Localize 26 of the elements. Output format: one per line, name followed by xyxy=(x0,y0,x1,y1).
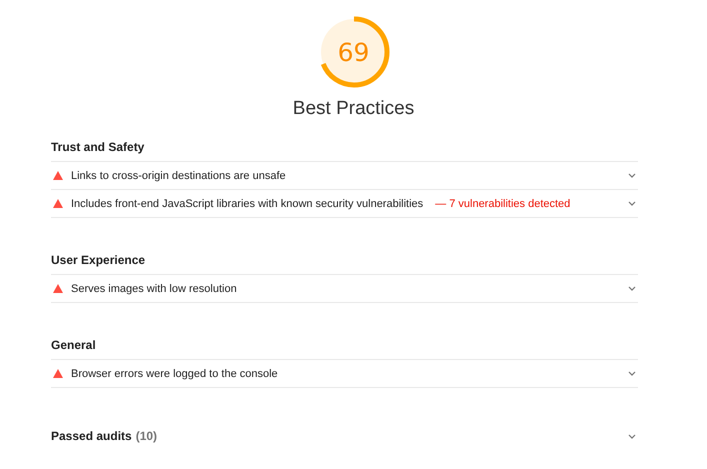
category-title: Best Practices xyxy=(292,98,414,120)
passed-audits-count: (10) xyxy=(136,429,158,443)
chevron-down-icon xyxy=(628,173,636,178)
chevron-down-icon xyxy=(628,371,636,376)
warning-triangle-icon xyxy=(53,199,63,208)
audit-row[interactable]: Includes front-end JavaScript libraries with known security vulnerabilities — 7 vulnerabilities detected xyxy=(51,190,638,218)
audit-row[interactable]: Browser errors were logged to the console xyxy=(51,360,638,388)
group-heading: User Experience xyxy=(51,253,638,275)
audit-title: Browser errors were logged to the console xyxy=(71,368,278,380)
passed-audits-toggle[interactable]: Passed audits (10) xyxy=(51,429,638,443)
audit-row[interactable]: Links to cross-origin destinations are unsafe xyxy=(51,162,638,190)
score-value: 69 xyxy=(336,38,370,67)
audit-title: Serves images with low resolution xyxy=(71,282,237,294)
chevron-down-icon xyxy=(628,286,636,291)
chevron-down-icon xyxy=(628,201,636,206)
warning-triangle-icon xyxy=(53,369,63,378)
audit-row[interactable]: Serves images with low resolution xyxy=(51,275,638,303)
audit-title: Includes front-end JavaScript libraries with known security vulnerabilities xyxy=(71,198,424,210)
audit-display-value: — 7 vulnerabilities detected xyxy=(435,198,570,210)
warning-triangle-icon xyxy=(53,284,63,293)
passed-audits-label: Passed audits xyxy=(51,429,132,443)
group-heading: General xyxy=(51,338,638,360)
warning-triangle-icon xyxy=(53,171,63,180)
chevron-down-icon xyxy=(628,434,636,438)
group-heading: Trust and Safety xyxy=(51,140,638,162)
audit-title: Links to cross-origin destinations are unsafe xyxy=(71,170,286,182)
